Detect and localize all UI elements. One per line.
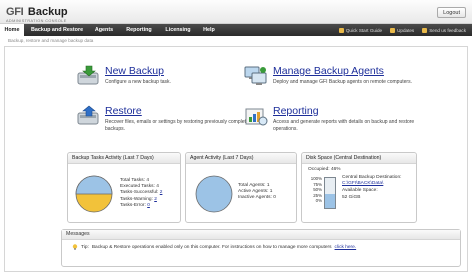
messages-panel-title: Messages (62, 230, 460, 240)
logo-gfi-text: GFI (6, 6, 24, 18)
occupied-value: 46% (330, 167, 341, 172)
agent-activity-panel: Agent Activity (Last 7 Days) Total Agent… (185, 152, 297, 223)
total-tasks-label: Total Tasks: (120, 178, 145, 183)
backup-tasks-panel-title: Backup Tasks Activity (Last 7 Days) (68, 153, 180, 164)
main-nav: Home Backup and Restore Agents Reporting… (0, 24, 472, 36)
active-agents-value: 1 (269, 189, 273, 195)
messages-panel: Messages Tip: Backup & Restore operation… (61, 229, 461, 267)
manage-agents-action[interactable]: Manage Backup Agents Deploy and manage G… (243, 65, 465, 105)
available-space-value: 52 GiGB (342, 194, 361, 200)
updates-link[interactable]: Updates (390, 27, 415, 33)
inactive-agents-label: Inactive Agents: (238, 195, 272, 201)
successful-tasks-label: Tasks-Successful: (120, 190, 159, 196)
tip-click-here-link[interactable]: click here. (335, 245, 357, 250)
manage-agents-title[interactable]: Manage Backup Agents (273, 65, 384, 77)
tab-backup-and-restore[interactable]: Backup and Restore (27, 24, 87, 36)
tip-message: Tip: Backup & Restore operations enabled… (72, 244, 356, 250)
feedback-icon (422, 27, 428, 33)
reporting-title[interactable]: Reporting (273, 105, 319, 117)
agent-activity-pie-chart (195, 175, 233, 213)
central-destination-link[interactable]: C:\GFI\BACK\Data\ (342, 181, 412, 187)
warning-tasks-label: Tasks-Warning: (120, 196, 153, 202)
new-backup-icon (77, 65, 99, 85)
reporting-desc: Access and generate reports with details… (273, 119, 415, 132)
disk-scale: 100% 75% 50% 25% 0% (308, 176, 322, 204)
executed-tasks-value: 4 (156, 184, 159, 190)
feedback-link[interactable]: Send us feedback (422, 27, 466, 33)
occupied-row: Occupied: 46% (308, 167, 341, 173)
tab-reporting[interactable]: Reporting (123, 24, 155, 36)
tab-home[interactable]: Home (0, 24, 24, 36)
logo-subtitle: ADMINISTRATION CONSOLE (6, 19, 67, 23)
occupied-label: Occupied: (308, 167, 330, 172)
disk-usage-bar (324, 177, 336, 209)
gfi-backup-logo: GFI Backup ADMINISTRATION CONSOLE (6, 2, 68, 23)
agent-activity-stats: Total Agents: 1 Active Agents: 1 Inactiv… (238, 183, 276, 202)
logo-backup-text: Backup (27, 6, 68, 18)
backup-tasks-stats: Total Tasks: 4 Executed Tasks: 4 Tasks-S… (120, 178, 162, 209)
executed-tasks-label: Executed Tasks: (120, 184, 155, 190)
tab-help[interactable]: Help (200, 24, 218, 36)
restore-title[interactable]: Restore (105, 105, 142, 117)
error-tasks-link[interactable]: 0 (147, 203, 150, 208)
agent-activity-panel-title: Agent Activity (Last 7 Days) (186, 153, 296, 164)
page-tagline: Backup, restore and manage backup data (8, 38, 94, 43)
updates-label: Updates (397, 27, 415, 33)
inactive-agents-value: 0 (273, 195, 276, 201)
warning-tasks-link[interactable]: 2 (154, 197, 157, 202)
pie-slice-active-agents (195, 175, 233, 213)
disk-details: Central Backup Destination: C:\GFI\BACK\… (342, 175, 412, 201)
disk-space-panel-title: Disk Space (Central Destination) (302, 153, 416, 164)
reporting-icon (245, 108, 268, 126)
total-agents-value: 1 (266, 183, 270, 188)
inactive-agents-row: Inactive Agents: 0 (238, 195, 276, 201)
scale-100: 100% (310, 176, 322, 181)
total-tasks-value: 4 (146, 178, 149, 183)
error-tasks-label: Tasks-Error: (120, 202, 146, 208)
app-header: GFI Backup ADMINISTRATION CONSOLE Logout (0, 0, 472, 24)
home-dashboard: New Backup Configure a new backup task. … (4, 46, 468, 272)
tab-licensing[interactable]: Licensing (162, 24, 194, 36)
disk-usage-fill (325, 194, 335, 208)
reporting-action[interactable]: Reporting Access and generate reports wi… (243, 105, 465, 145)
logout-button[interactable]: Logout (437, 7, 466, 18)
quick-start-guide-label: Quick Start Guide (345, 27, 383, 33)
guide-icon (338, 27, 344, 33)
nav-links: Quick Start Guide Updates Send us feedba… (338, 24, 466, 36)
pie-slice-successful (75, 175, 113, 195)
backup-tasks-panel: Backup Tasks Activity (Last 7 Days) Tota… (67, 152, 181, 223)
manage-agents-desc: Deploy and manage GFI Backup agents on r… (273, 79, 412, 85)
tip-text: Backup & Restore operations enabled only… (91, 244, 332, 250)
active-agents-label: Active Agents: (238, 189, 269, 195)
tab-agents[interactable]: Agents (92, 24, 116, 36)
total-agents-label: Total Agents: (238, 183, 266, 188)
updates-icon (390, 27, 396, 33)
tip-lightbulb-icon (72, 244, 78, 250)
tip-prefix: Tip: (81, 244, 89, 250)
restore-icon (77, 105, 99, 125)
disk-space-panel: Disk Space (Central Destination) Occupie… (301, 152, 417, 223)
new-backup-title[interactable]: New Backup (105, 65, 164, 77)
scale-0: 0% (315, 198, 322, 204)
successful-tasks-link[interactable]: 2 (160, 190, 163, 195)
error-tasks-row: Tasks-Error: 0 (120, 203, 162, 209)
manage-agents-icon (244, 66, 267, 85)
quick-start-guide-link[interactable]: Quick Start Guide (338, 27, 383, 33)
backup-tasks-pie-chart (75, 175, 113, 213)
feedback-label: Send us feedback (429, 27, 466, 33)
